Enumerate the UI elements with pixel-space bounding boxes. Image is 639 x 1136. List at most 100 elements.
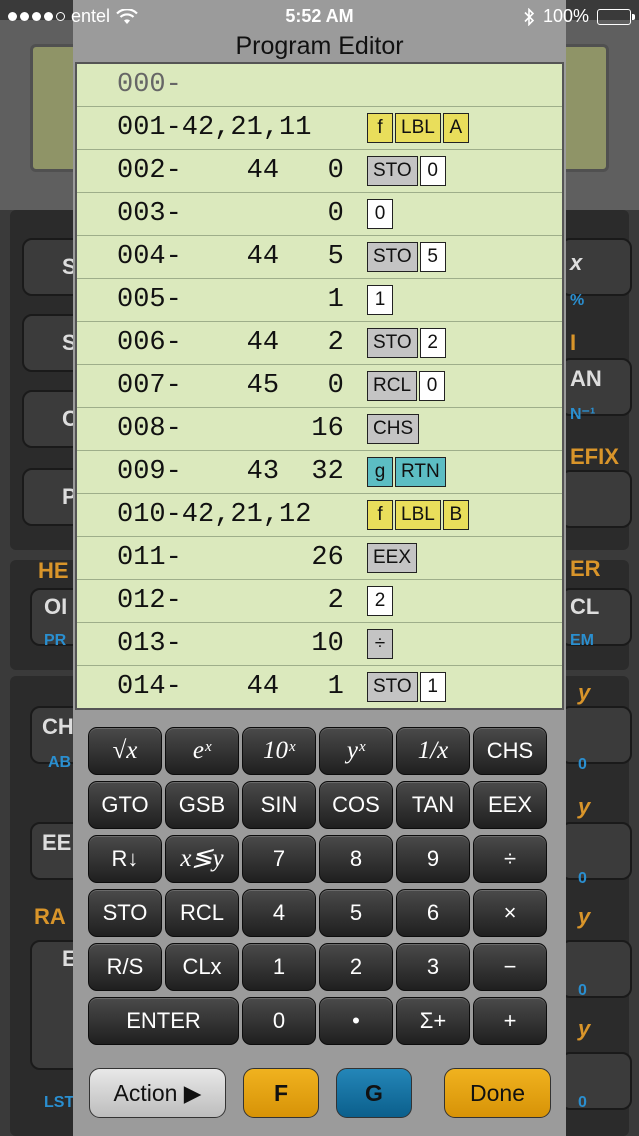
- divide-key[interactable]: ÷: [473, 835, 547, 883]
- background-label: EFIX: [570, 444, 619, 469]
- subtract-key[interactable]: −: [473, 943, 547, 991]
- step-keys: f LBL B: [367, 500, 469, 530]
- step-code: 012- 2: [117, 586, 344, 616]
- background-label: CL: [570, 594, 600, 619]
- step-code: 006- 44 2: [117, 328, 344, 358]
- step-keys: ÷: [367, 629, 393, 659]
- battery-percent: 100%: [542, 6, 589, 26]
- g-shift-button[interactable]: G: [336, 1068, 412, 1118]
- program-step-row[interactable]: 014- 44 1 STO 1: [77, 666, 562, 708]
- digit-1-key[interactable]: 1: [242, 943, 316, 991]
- background-label: LST: [44, 1094, 75, 1111]
- step-key-chip: LBL: [395, 500, 441, 530]
- program-step-row[interactable]: 008- 16 CHS: [77, 408, 562, 451]
- step-keys: CHS: [367, 414, 420, 444]
- rcl-key[interactable]: RCL: [165, 889, 239, 937]
- digit-5-key[interactable]: 5: [319, 889, 393, 937]
- step-key-chip: g: [367, 457, 393, 487]
- background-key: [560, 822, 632, 880]
- program-step-row[interactable]: 001-42,21,11 f LBL A: [77, 107, 562, 150]
- multiply-key[interactable]: ×: [473, 889, 547, 937]
- digit-2-key[interactable]: 2: [319, 943, 393, 991]
- digit-4-key[interactable]: 4: [242, 889, 316, 937]
- gto-key[interactable]: GTO: [88, 781, 162, 829]
- program-step-row[interactable]: 007- 45 0 RCL 0: [77, 365, 562, 408]
- swap-key[interactable]: x≶y: [165, 835, 239, 883]
- sin-key[interactable]: SIN: [242, 781, 316, 829]
- step-key-chip: 0: [367, 199, 393, 229]
- program-step-row[interactable]: 011- 26 EEX: [77, 537, 562, 580]
- cos-key[interactable]: COS: [319, 781, 393, 829]
- background-label: AB: [48, 754, 72, 771]
- digit-9-key[interactable]: 9: [396, 835, 470, 883]
- f-shift-button[interactable]: F: [243, 1068, 319, 1118]
- sigma-plus-key[interactable]: Σ+: [396, 997, 470, 1045]
- digit-0-key[interactable]: 0: [242, 997, 316, 1045]
- program-step-row[interactable]: 006- 44 2 STO 2: [77, 322, 562, 365]
- step-code: 008- 16: [117, 414, 344, 444]
- eex-key[interactable]: EEX: [473, 781, 547, 829]
- action-button[interactable]: Action ▶: [89, 1068, 226, 1118]
- program-step-row[interactable]: 002- 44 0 STO 0: [77, 150, 562, 193]
- step-key-chip: RTN: [395, 457, 446, 487]
- step-key-chip: ÷: [367, 629, 393, 659]
- gsb-key[interactable]: GSB: [165, 781, 239, 829]
- clx-key[interactable]: CLx: [165, 943, 239, 991]
- background-label: 0: [578, 1094, 587, 1111]
- background-label: y: [578, 1016, 591, 1041]
- step-key-chip: A: [442, 113, 469, 143]
- step-code: 005- 1: [117, 285, 344, 315]
- step-key-chip: STO: [367, 156, 418, 186]
- background-label: HE: [38, 558, 69, 583]
- digit-6-key[interactable]: 6: [396, 889, 470, 937]
- program-step-row[interactable]: 013- 10 ÷: [77, 623, 562, 666]
- step-key-chip: 0: [419, 371, 446, 401]
- program-listing[interactable]: 000- 001-42,21,11 f LBL A 002- 44 0 STO 0 003- 0…: [75, 62, 564, 710]
- step-keys: STO 1: [367, 672, 446, 702]
- step-key-chip: RCL: [367, 371, 418, 401]
- digit-3-key[interactable]: 3: [396, 943, 470, 991]
- step-code: 013- 10: [117, 629, 344, 659]
- step-code: 011- 26: [117, 543, 344, 573]
- reciprocal-key[interactable]: 1/x: [396, 727, 470, 775]
- tan-key[interactable]: TAN: [396, 781, 470, 829]
- step-key-chip: STO: [367, 328, 418, 358]
- power-key[interactable]: yˣ: [319, 727, 393, 775]
- step-keys: STO 5: [367, 242, 446, 272]
- background-label: CH: [42, 714, 74, 739]
- ten-power-key[interactable]: 10ˣ: [242, 727, 316, 775]
- program-step-row[interactable]: 012- 2 2: [77, 580, 562, 623]
- program-step-row[interactable]: 003- 0 0: [77, 193, 562, 236]
- step-key-chip: f: [367, 500, 393, 530]
- sqrt-key[interactable]: √x: [88, 727, 162, 775]
- exp-key[interactable]: eˣ: [165, 727, 239, 775]
- digit-7-key[interactable]: 7: [242, 835, 316, 883]
- background-label: I: [570, 330, 577, 355]
- step-key-chip: 0: [419, 156, 446, 186]
- decimal-key[interactable]: •: [319, 997, 393, 1045]
- background-label: y: [578, 904, 591, 929]
- background-label: AN: [570, 366, 602, 391]
- program-step-row[interactable]: 010-42,21,12 f LBL B: [77, 494, 562, 537]
- program-step-row[interactable]: 000-: [77, 64, 562, 107]
- program-step-row[interactable]: 004- 44 5 STO 5: [77, 236, 562, 279]
- sto-key[interactable]: STO: [88, 889, 162, 937]
- step-keys: 0: [367, 199, 393, 229]
- step-keys: STO 0: [367, 156, 446, 186]
- done-button[interactable]: Done: [444, 1068, 551, 1118]
- battery-icon: [597, 8, 635, 25]
- step-code: 014- 44 1: [117, 672, 344, 702]
- add-key[interactable]: +: [473, 997, 547, 1045]
- background-label: 0: [578, 870, 587, 887]
- program-step-row[interactable]: 005- 1 1: [77, 279, 562, 322]
- digit-8-key[interactable]: 8: [319, 835, 393, 883]
- background-key: [560, 1052, 632, 1110]
- roll-down-key[interactable]: R↓: [88, 835, 162, 883]
- chs-key[interactable]: CHS: [473, 727, 547, 775]
- step-key-chip: B: [442, 500, 469, 530]
- background-key: [560, 706, 632, 764]
- run-stop-key[interactable]: R/S: [88, 943, 162, 991]
- program-step-row[interactable]: 009- 43 32 g RTN: [77, 451, 562, 494]
- background-label: RA: [34, 904, 66, 929]
- enter-key[interactable]: ENTER: [88, 997, 239, 1045]
